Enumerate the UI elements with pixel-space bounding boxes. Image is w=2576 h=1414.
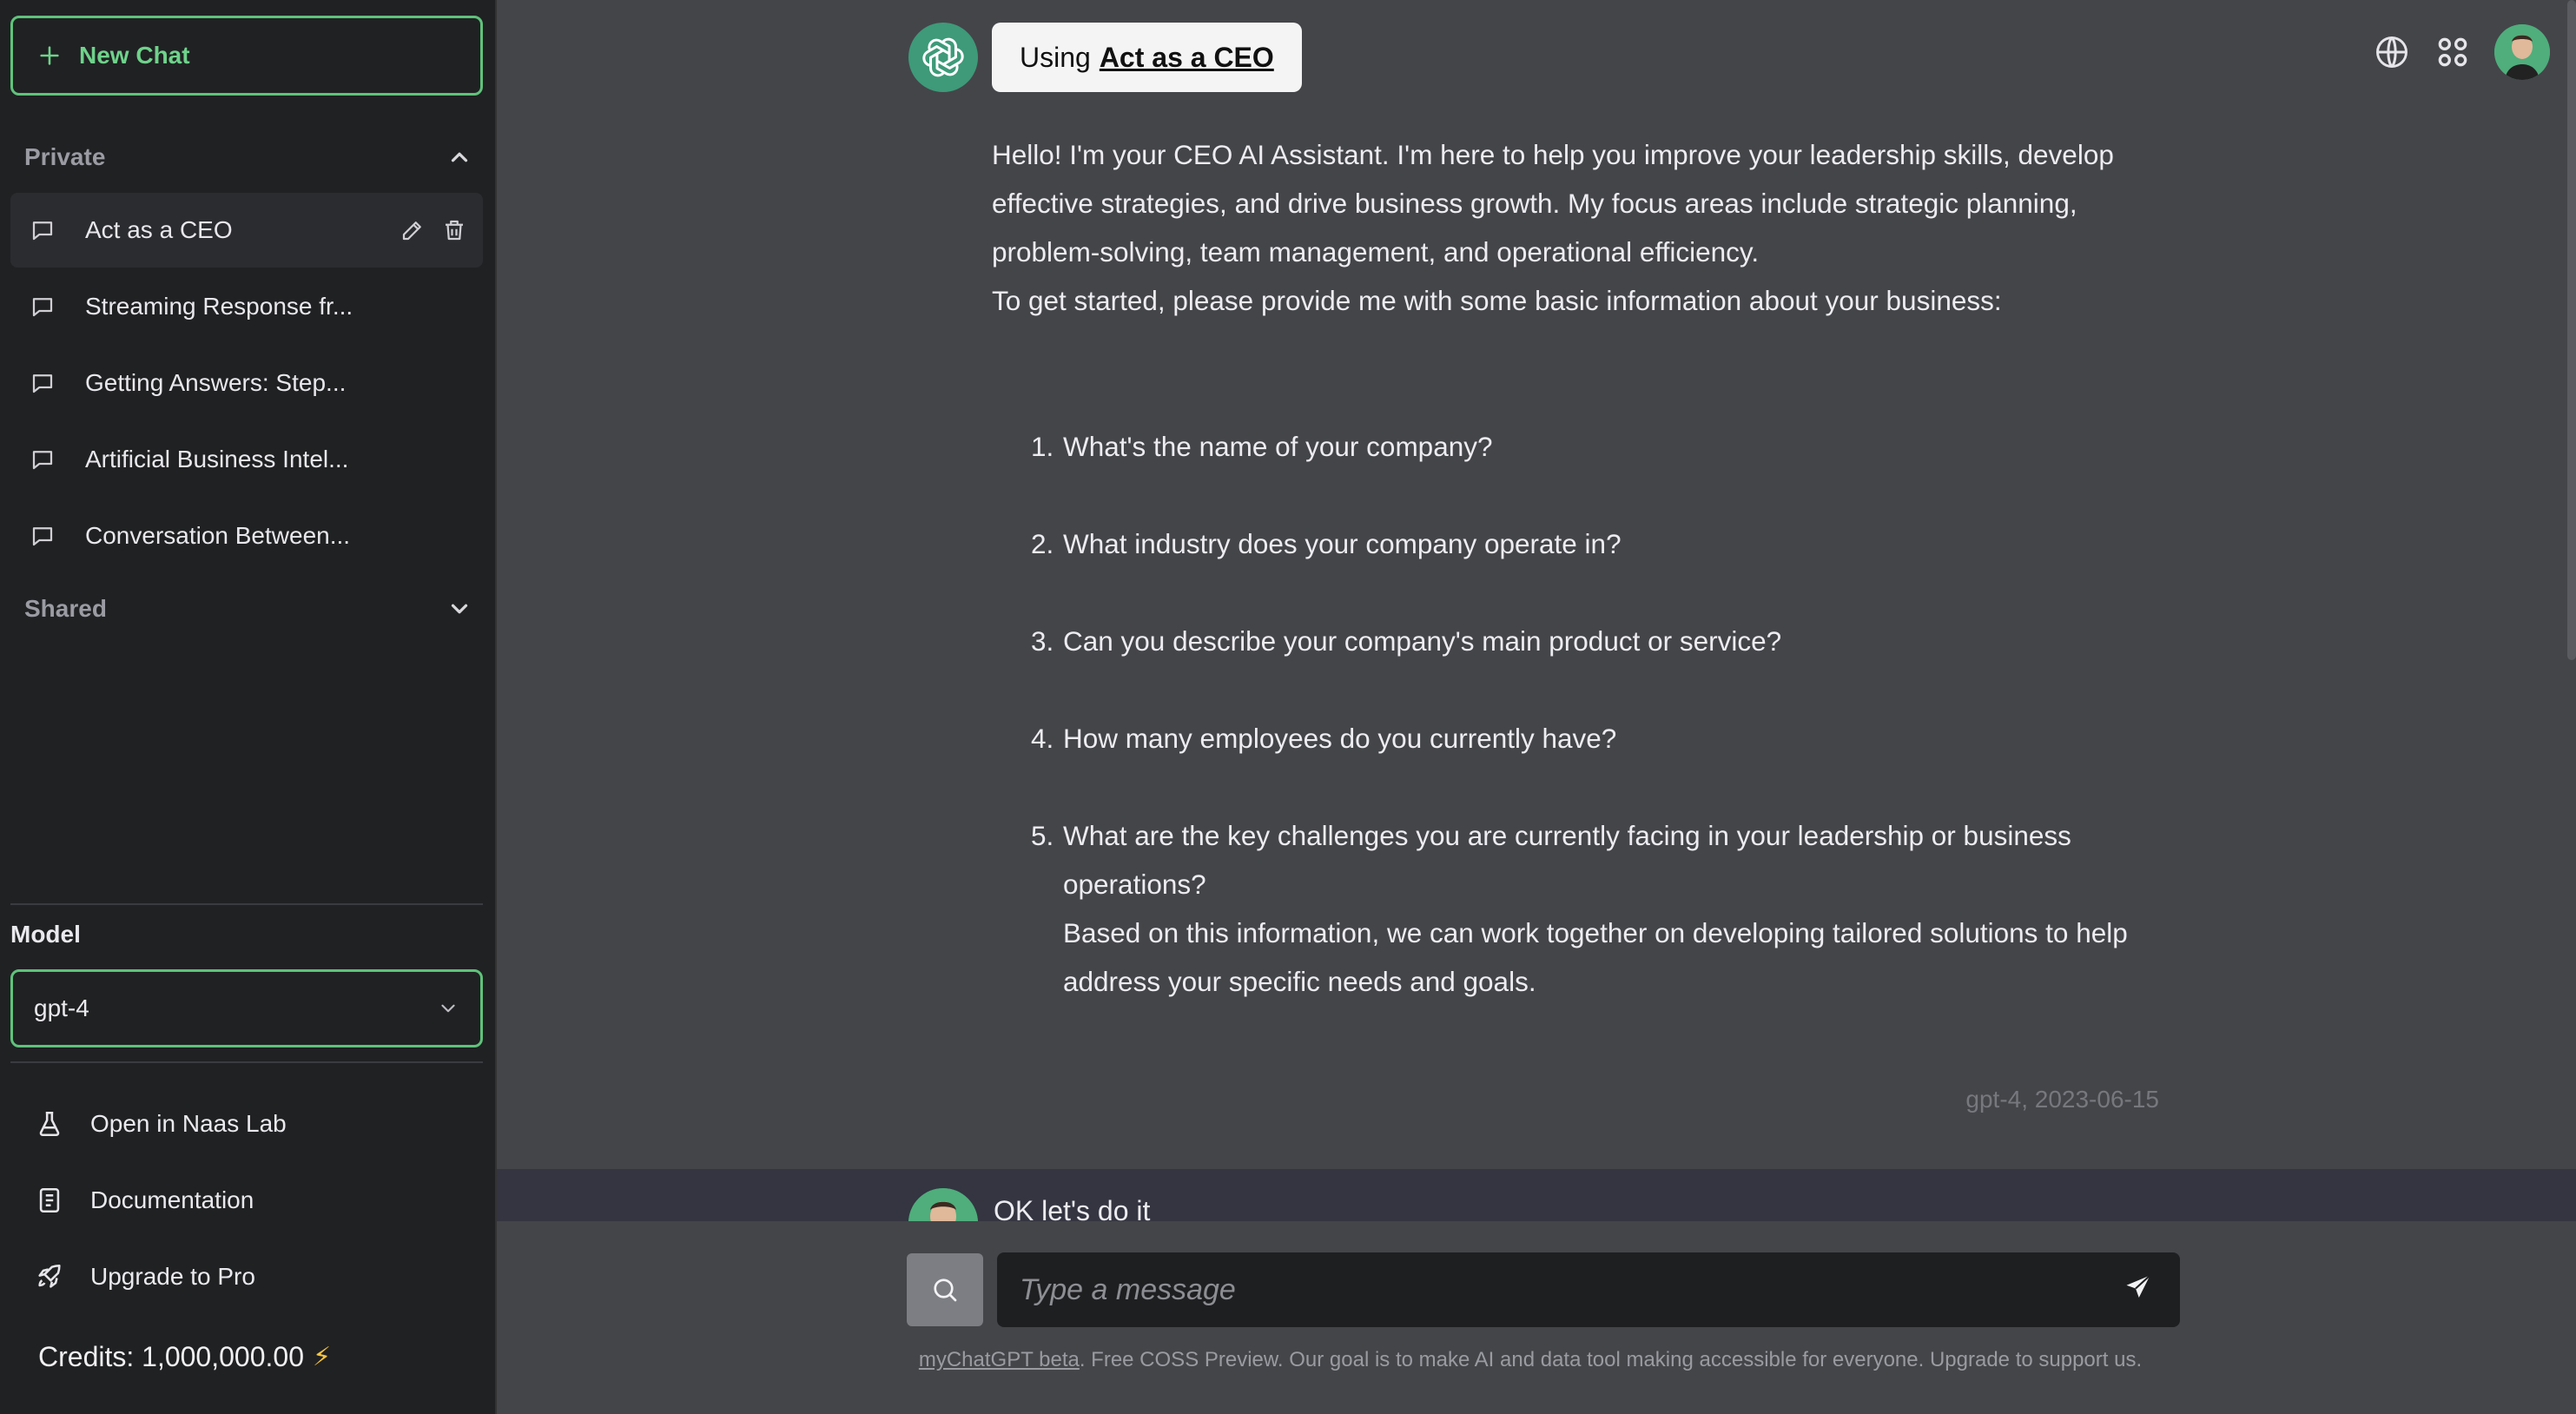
message-intro: Hello! I'm your CEO AI Assistant. I'm he… xyxy=(992,139,2114,268)
credits-text: Credits: 1,000,000.00 xyxy=(38,1341,304,1372)
search-icon xyxy=(934,1279,957,1302)
question-text: What are the key challenges you are curr… xyxy=(1063,820,2071,900)
flask-icon xyxy=(39,1111,60,1137)
shared-section-label: Shared xyxy=(24,595,107,622)
chevron-up-icon xyxy=(451,152,468,162)
chat-bubble-icon xyxy=(32,527,53,546)
chat-item-conversation-between[interactable]: Conversation Between... xyxy=(10,499,483,573)
upgrade-to-pro-link[interactable]: Upgrade to Pro xyxy=(10,1239,483,1315)
assistant-message: Hello! I'm your CEO AI Assistant. I'm he… xyxy=(992,130,2164,1006)
model-select[interactable]: gpt-4 xyxy=(10,969,483,1047)
message-closing: Based on this information, we can work t… xyxy=(1063,917,2128,997)
message-input[interactable] xyxy=(997,1252,2180,1327)
question-list: What's the name of your company? What in… xyxy=(992,422,2164,1006)
divider xyxy=(10,903,483,905)
chat-bubble-icon xyxy=(32,221,53,241)
footer-text: . Free COSS Preview. Our goal is to make… xyxy=(1079,1348,2143,1371)
question-item: What industry does your company operate … xyxy=(1061,519,2164,568)
trash-icon xyxy=(446,220,463,241)
apps-grid-icon[interactable] xyxy=(2434,33,2472,71)
message-composer: myChatGPT beta. Free COSS Preview. Our g… xyxy=(497,1221,2576,1414)
delete-chat-button[interactable] xyxy=(441,217,467,243)
shared-section-toggle[interactable]: Shared xyxy=(24,587,472,631)
openai-logo-icon xyxy=(908,23,978,92)
chat-item-getting-answers[interactable]: Getting Answers: Step... xyxy=(10,346,483,420)
using-prefix: Using xyxy=(1020,41,1091,73)
documentation-label: Documentation xyxy=(90,1186,254,1213)
chat-bubble-icon xyxy=(32,298,53,317)
chat-bubble-icon xyxy=(32,374,53,393)
chevron-down-icon xyxy=(441,1004,455,1013)
chat-item-label: Streaming Response fr... xyxy=(85,293,353,320)
user-message-text: OK let's do it xyxy=(994,1195,1151,1221)
model-label: Model xyxy=(10,921,81,948)
user-message-avatar xyxy=(908,1188,978,1221)
document-icon xyxy=(39,1187,60,1213)
user-avatar[interactable] xyxy=(2494,24,2550,80)
upgrade-label: Upgrade to Pro xyxy=(90,1263,255,1290)
question-item: How many employees do you currently have… xyxy=(1061,714,2164,763)
globe-icon[interactable] xyxy=(2373,33,2411,71)
scrollbar-thumb[interactable] xyxy=(2567,0,2576,660)
chat-item-label: Conversation Between... xyxy=(85,522,351,549)
send-button[interactable] xyxy=(2123,1272,2157,1306)
naas-lab-label: Open in Naas Lab xyxy=(90,1110,287,1137)
send-icon xyxy=(2126,1274,2151,1298)
mychatgpt-beta-link[interactable]: myChatGPT beta xyxy=(919,1348,1080,1371)
chat-bubble-icon xyxy=(32,451,53,470)
credits-display: Credits: 1,000,000.00 ⚡ xyxy=(38,1341,331,1373)
avatar-portrait xyxy=(2494,24,2550,80)
private-section-label: Private xyxy=(24,143,106,170)
assistant-name-link[interactable]: Act as a CEO xyxy=(1100,42,1274,74)
chat-item-artificial-business[interactable]: Artificial Business Intel... xyxy=(10,422,483,497)
sidebar-bottom-links: Open in Naas Lab Documentation Upgrade t… xyxy=(10,1086,483,1315)
lightning-icon: ⚡ xyxy=(312,1343,332,1371)
private-chat-list: Act as a CEO Streaming Response fr... Ge… xyxy=(10,193,483,575)
question-item: What's the name of your company? xyxy=(1061,422,2164,471)
message-intro: To get started, please provide me with s… xyxy=(992,285,2002,316)
chat-item-act-as-ceo[interactable]: Act as a CEO xyxy=(10,193,483,268)
avatar-portrait xyxy=(908,1188,978,1221)
chat-item-label: Getting Answers: Step... xyxy=(85,369,347,396)
model-select-value: gpt-4 xyxy=(34,994,89,1021)
chevron-down-icon xyxy=(451,604,468,614)
new-chat-button[interactable]: New Chat xyxy=(10,16,483,96)
new-chat-label: New Chat xyxy=(79,42,190,69)
private-section-toggle[interactable]: Private xyxy=(24,135,472,179)
plus-icon xyxy=(40,46,59,65)
user-message-row: OK let's do it xyxy=(497,1169,2576,1221)
documentation-link[interactable]: Documentation xyxy=(10,1162,483,1239)
message-meta: gpt-4, 2023-06-15 xyxy=(1965,1086,2159,1113)
chat-item-streaming-response[interactable]: Streaming Response fr... xyxy=(10,269,483,344)
rocket-icon xyxy=(38,1264,61,1288)
search-button[interactable] xyxy=(907,1253,983,1326)
sidebar: New Chat Private Act as a CEO Streaming … xyxy=(0,0,497,1414)
divider xyxy=(10,1061,483,1063)
chat-item-label: Act as a CEO xyxy=(85,216,233,243)
footer-note: myChatGPT beta. Free COSS Preview. Our g… xyxy=(888,1348,2173,1372)
question-item: What are the key challenges you are curr… xyxy=(1061,811,2164,1006)
chat-item-label: Artificial Business Intel... xyxy=(85,446,349,472)
pencil-icon xyxy=(402,221,421,241)
assistant-chip: Using Act as a CEO xyxy=(992,23,1302,92)
question-item: Can you describe your company's main pro… xyxy=(1061,617,2164,665)
top-right-toolbar xyxy=(2373,24,2550,80)
edit-chat-button[interactable] xyxy=(400,217,426,243)
open-in-naas-lab-link[interactable]: Open in Naas Lab xyxy=(10,1086,483,1162)
